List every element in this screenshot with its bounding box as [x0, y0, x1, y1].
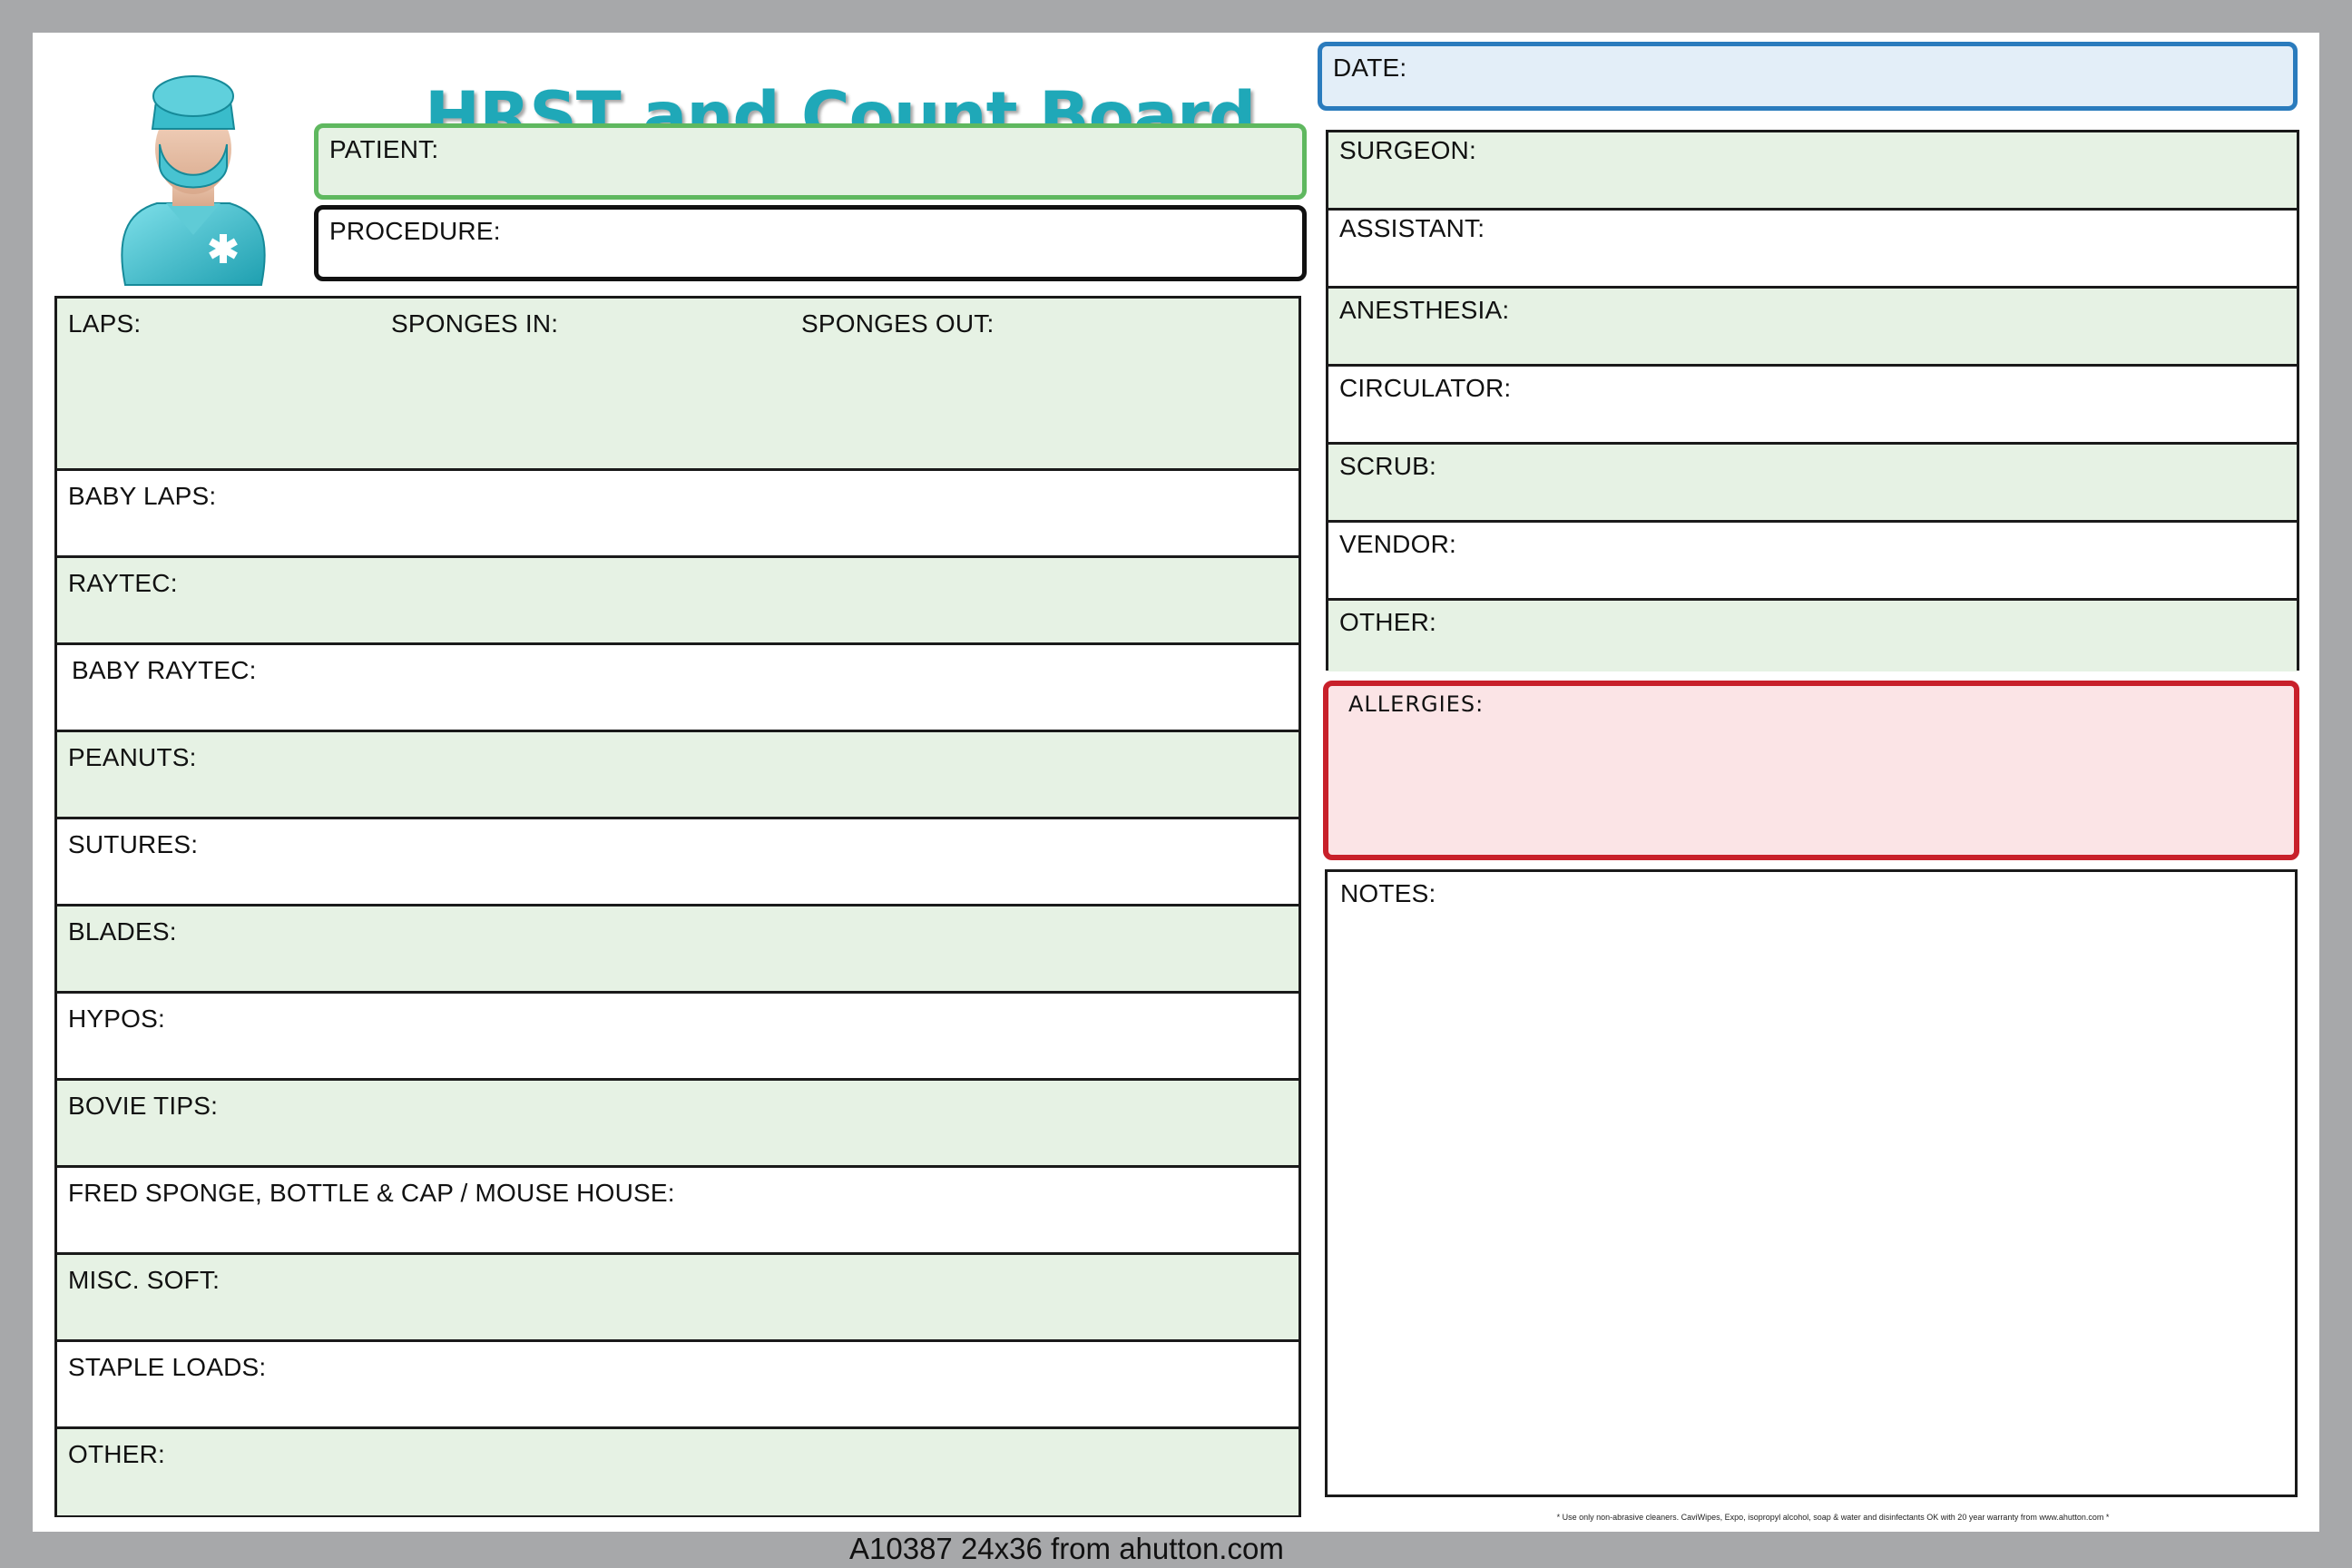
- allergies-field[interactable]: ALLERGIES:: [1323, 681, 2299, 860]
- staff-row-label: ANESTHESIA:: [1339, 296, 1510, 324]
- count-row-hypos[interactable]: HYPOS:: [57, 994, 1298, 1081]
- notes-label: NOTES:: [1340, 879, 1436, 907]
- laps-row[interactable]: LAPS: SPONGES IN: SPONGES OUT:: [57, 299, 1298, 471]
- count-row-raytec[interactable]: RAYTEC:: [57, 558, 1298, 645]
- count-board: HRST and Count Board DATE: PATIENT: PROC…: [33, 33, 2319, 1532]
- count-row-bovie-tips[interactable]: BOVIE TIPS:: [57, 1081, 1298, 1168]
- count-row-other[interactable]: OTHER:: [57, 1429, 1298, 1515]
- count-row-label: HYPOS:: [68, 1004, 166, 1033]
- count-row-label: BABY RAYTEC:: [72, 656, 257, 684]
- staff-row-label: OTHER:: [1339, 608, 1436, 636]
- staff-row-anesthesia[interactable]: ANESTHESIA:: [1328, 289, 2297, 367]
- patient-label: PATIENT:: [329, 135, 439, 163]
- staff-grid: SURGEON: ASSISTANT: ANESTHESIA: CIRCULAT…: [1326, 130, 2299, 671]
- date-field[interactable]: DATE:: [1318, 42, 2298, 111]
- staff-row-label: ASSISTANT:: [1339, 214, 1485, 242]
- patient-field[interactable]: PATIENT:: [314, 123, 1307, 200]
- staff-row-label: SCRUB:: [1339, 452, 1436, 480]
- staff-row-assistant[interactable]: ASSISTANT:: [1328, 211, 2297, 289]
- staff-row-surgeon[interactable]: SURGEON:: [1328, 132, 2297, 211]
- procedure-label: PROCEDURE:: [329, 217, 501, 245]
- staff-row-label: SURGEON:: [1339, 136, 1476, 164]
- count-row-label: RAYTEC:: [68, 569, 178, 597]
- count-row-label: SUTURES:: [68, 830, 199, 858]
- count-row-label: BLADES:: [68, 917, 177, 946]
- staff-row-vendor[interactable]: VENDOR:: [1328, 523, 2297, 601]
- count-row-misc-soft[interactable]: MISC. SOFT:: [57, 1255, 1298, 1342]
- date-label: DATE:: [1333, 54, 1407, 82]
- product-code: A10387 24x36 from ahutton.com: [849, 1532, 1284, 1565]
- count-row-label: STAPLE LOADS:: [68, 1353, 267, 1381]
- count-row-label: FRED SPONGE, BOTTLE & CAP / MOUSE HOUSE:: [68, 1179, 675, 1207]
- count-row-peanuts[interactable]: PEANUTS:: [57, 732, 1298, 819]
- count-row-fred-sponge[interactable]: FRED SPONGE, BOTTLE & CAP / MOUSE HOUSE:: [57, 1168, 1298, 1255]
- staff-row-label: VENDOR:: [1339, 530, 1456, 558]
- staff-row-circulator[interactable]: CIRCULATOR:: [1328, 367, 2297, 445]
- staff-row-other[interactable]: OTHER:: [1328, 601, 2297, 671]
- count-row-label: OTHER:: [68, 1440, 165, 1468]
- sponges-out-label: SPONGES OUT:: [801, 309, 995, 338]
- count-row-label: MISC. SOFT:: [68, 1266, 220, 1294]
- sponges-in-label: SPONGES IN:: [391, 309, 559, 338]
- notes-field[interactable]: NOTES:: [1325, 869, 2298, 1497]
- count-row-staple-loads[interactable]: STAPLE LOADS:: [57, 1342, 1298, 1429]
- count-row-baby-laps[interactable]: BABY LAPS:: [57, 471, 1298, 558]
- count-row-blades[interactable]: BLADES:: [57, 906, 1298, 994]
- cleaning-note: * Use only non-abrasive cleaners. CaviWi…: [1556, 1513, 2110, 1522]
- laps-label: LAPS:: [68, 309, 142, 338]
- count-row-label: BABY LAPS:: [68, 482, 217, 510]
- procedure-field[interactable]: PROCEDURE:: [314, 205, 1307, 281]
- count-row-label: BOVIE TIPS:: [68, 1092, 219, 1120]
- staff-row-label: CIRCULATOR:: [1339, 374, 1512, 402]
- surgeon-icon: [89, 58, 298, 294]
- count-row-baby-raytec[interactable]: BABY RAYTEC:: [57, 645, 1298, 732]
- count-grid: LAPS: SPONGES IN: SPONGES OUT: BABY LAPS…: [54, 296, 1301, 1517]
- staff-row-scrub[interactable]: SCRUB:: [1328, 445, 2297, 523]
- count-row-label: PEANUTS:: [68, 743, 197, 771]
- count-row-sutures[interactable]: SUTURES:: [57, 819, 1298, 906]
- allergies-label: ALLERGIES:: [1348, 691, 1485, 717]
